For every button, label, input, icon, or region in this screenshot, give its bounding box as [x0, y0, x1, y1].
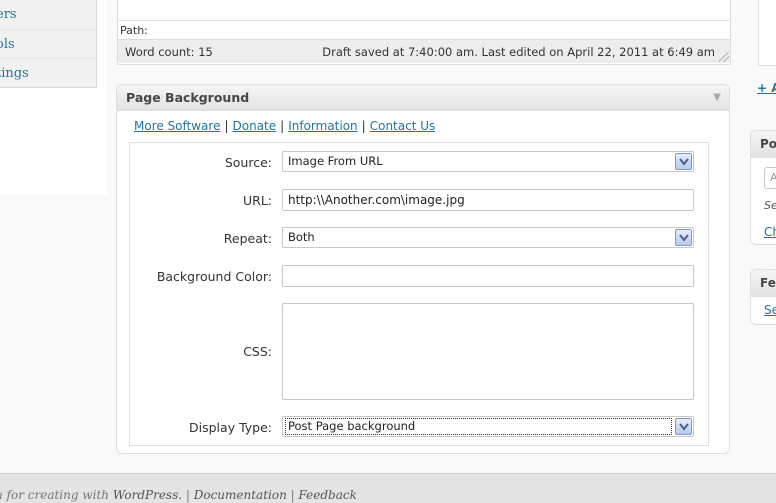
editor-status-bar: Word count: 15 Draft saved at 7:40:00 am… [118, 39, 730, 63]
source-select[interactable]: Image From URL [282, 151, 694, 172]
menu-item-label: tings [0, 66, 29, 81]
side-link-1[interactable]: Ch [764, 225, 776, 239]
footer-separator: | [182, 488, 194, 502]
menu-item-users[interactable]: ers [0, 0, 96, 29]
chevron-down-icon[interactable] [675, 153, 692, 170]
draft-status: Draft saved at 7:40:00 am. Last edited o… [322, 45, 715, 59]
metabox-header[interactable]: Page Background ▼ [117, 85, 729, 111]
more-software-link[interactable]: More Software [134, 119, 220, 133]
path-label: Path: [120, 24, 148, 37]
add-link[interactable]: + A [757, 81, 776, 95]
admin-menu-list: ers ols tings [0, 0, 97, 88]
footer-text: u for creating with WordPress. | Documen… [0, 488, 357, 502]
url-input[interactable]: http:\\Another.com\image.jpg [282, 189, 694, 211]
side-metabox-1: Po A Se Ch [750, 130, 776, 245]
display-type-value: Post Page background [285, 418, 672, 435]
documentation-link[interactable]: Documentation [194, 488, 287, 502]
side-text: Se [764, 199, 776, 212]
information-link[interactable]: Information [288, 119, 357, 133]
chevron-down-icon[interactable] [675, 229, 692, 246]
editor-content-area[interactable] [118, 0, 730, 20]
chevron-down-icon[interactable] [675, 418, 692, 435]
menu-item-label: ols [0, 37, 15, 52]
menu-item-label: ers [0, 7, 17, 22]
background-color-input[interactable] [282, 265, 694, 287]
feedback-link[interactable]: Feedback [299, 488, 357, 502]
url-value: http:\\Another.com\image.jpg [288, 193, 465, 207]
post-editor: Path: Word count: 15 Draft saved at 7:40… [117, 0, 731, 65]
display-type-select[interactable]: Post Page background [282, 416, 694, 437]
repeat-value: Both [288, 230, 315, 244]
url-label: URL: [242, 193, 272, 208]
word-count: Word count: 15 [125, 45, 213, 59]
donate-link[interactable]: Donate [233, 119, 277, 133]
link-separator: | [361, 119, 366, 133]
wordpress-link[interactable]: WordPress. [113, 488, 182, 502]
side-input[interactable]: A [764, 167, 776, 189]
display-type-label: Display Type: [189, 420, 272, 435]
css-label: CSS: [243, 344, 272, 359]
background-settings-form: Source: Image From URL URL: http:\\Anoth… [129, 142, 709, 446]
repeat-select[interactable]: Both [282, 227, 694, 248]
right-widget-fragment [758, 0, 776, 66]
side-metabox-1-title[interactable]: Po [751, 131, 776, 158]
link-separator: | [280, 119, 285, 133]
side-metabox-2-title[interactable]: Fe [751, 270, 776, 297]
editor-path-bar: Path: [118, 20, 730, 39]
menu-item-tools[interactable]: ols [0, 29, 96, 58]
menu-item-settings[interactable]: tings [0, 58, 96, 87]
metabox-title: Page Background [126, 90, 250, 105]
collapse-toggle-icon[interactable]: ▼ [713, 85, 721, 111]
resize-grip-icon[interactable] [719, 52, 729, 62]
contact-us-link[interactable]: Contact Us [370, 119, 436, 133]
css-textarea[interactable] [282, 303, 694, 400]
page-background-metabox: Page Background ▼ More Software | Donate | I… [116, 84, 730, 454]
side-link-2[interactable]: Se [764, 303, 776, 317]
admin-menu: ers ols tings [0, 0, 107, 195]
source-label: Source: [224, 155, 272, 170]
link-separator: | [224, 119, 229, 133]
footer-prefix: u for creating with [0, 488, 113, 502]
admin-footer: u for creating with WordPress. | Documen… [0, 473, 776, 503]
background-color-label: Background Color: [156, 269, 272, 284]
side-metabox-2: Fe Se [750, 269, 776, 325]
side-input-hint: A [770, 171, 776, 184]
footer-separator: | [286, 488, 299, 502]
plugin-links: More Software | Donate | Information | Contact… [134, 119, 435, 133]
source-value: Image From URL [288, 154, 383, 168]
repeat-label: Repeat: [223, 231, 272, 246]
